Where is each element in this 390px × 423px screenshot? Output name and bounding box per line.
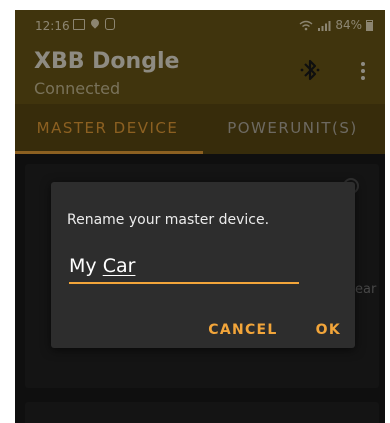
dialog-title: Rename your master device. [67, 212, 270, 228]
device-name-input[interactable]: My Car [69, 250, 299, 284]
ok-button[interactable]: OK [316, 322, 341, 338]
input-text: My [69, 255, 103, 277]
input-text-composing: Car [102, 255, 136, 277]
dialog-actions: CANCEL OK [208, 322, 341, 338]
rename-dialog: Rename your master device. My Car CANCEL… [51, 182, 355, 348]
cancel-button[interactable]: CANCEL [208, 322, 277, 338]
phone-screen: 12:16 84% XBB Dongle Connected MASTER DE… [15, 10, 385, 423]
